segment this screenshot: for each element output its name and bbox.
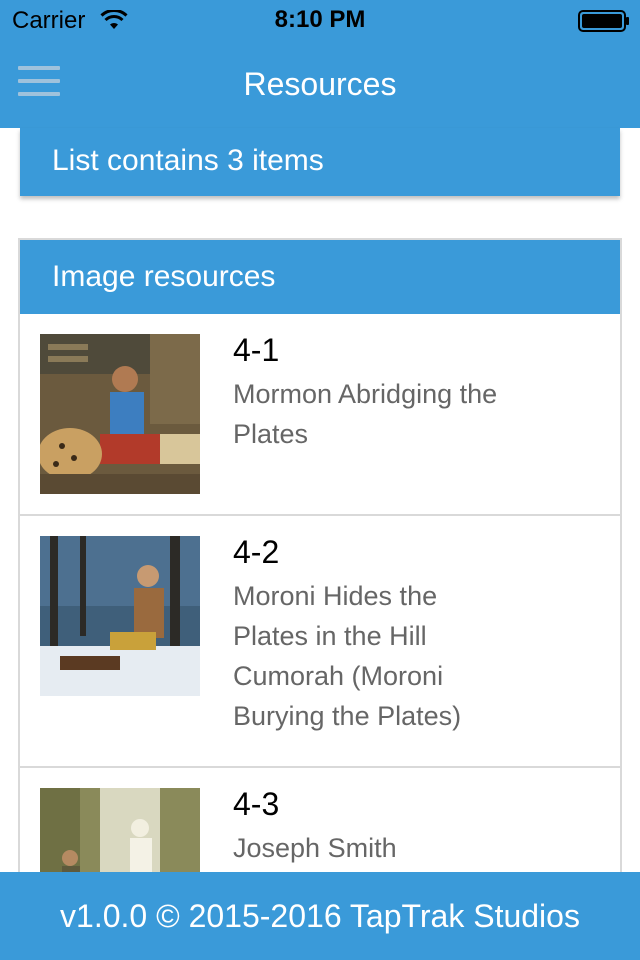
item-code: 4-3: [233, 786, 280, 822]
item-title: Joseph Smith: [233, 833, 397, 863]
item-code: 4-2: [233, 534, 280, 570]
status-bar: Carrier 8:10 PM: [0, 0, 640, 40]
page-title: Resources: [243, 66, 397, 102]
item-title: Mormon Abridging the Plates: [233, 379, 498, 449]
list-item[interactable]: 4-2 Moroni Hides the Plates in the Hill …: [20, 516, 620, 768]
list-item[interactable]: 4-1 Mormon Abridging the Plates: [20, 314, 620, 516]
image-resources-panel: Image resources 4-1 Mormon Abridging the…: [18, 238, 622, 960]
status-time: 8:10 PM: [274, 6, 366, 33]
footer-bar: v1.0.0 © 2015-2016 TapTrak Studios: [0, 872, 640, 960]
painting-thumbnail: [40, 536, 200, 696]
item-code: 4-1: [233, 332, 280, 368]
item-count-text: List contains 3 items: [52, 144, 324, 177]
painting-thumbnail: [40, 334, 200, 494]
battery-icon: [578, 10, 629, 32]
list-header-title: Image resources: [52, 260, 276, 293]
list-header: Image resources: [20, 240, 620, 314]
footer-copyright: v1.0.0 © 2015-2016 TapTrak Studios: [60, 898, 580, 934]
item-title: Moroni Hides the Plates in the Hill Cumo…: [233, 581, 462, 731]
item-count-card: List contains 3 items: [20, 128, 620, 196]
navigation-bar: Resources: [0, 40, 640, 128]
